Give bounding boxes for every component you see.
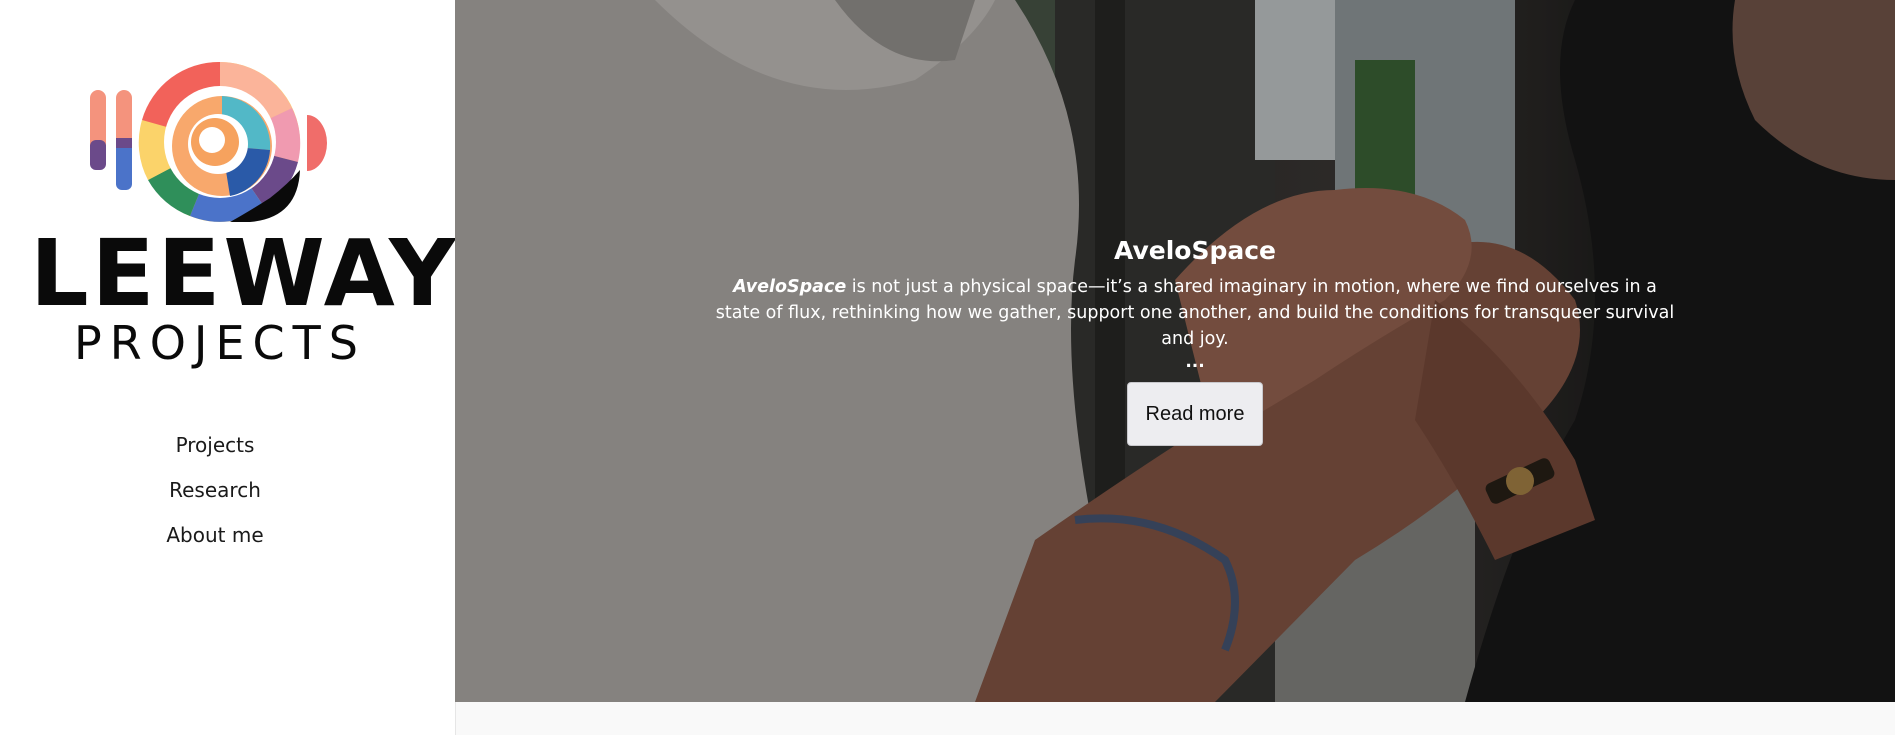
nav-item-about-me[interactable]: About me <box>166 518 263 563</box>
hero-ellipsis: ... <box>1185 352 1205 372</box>
sidebar: LEEWAY PROJECTS Projects Research About … <box>0 0 459 735</box>
content-area-below-hero <box>455 702 1895 735</box>
brand-name-sub: PROJECTS <box>74 316 366 370</box>
nav-item-research[interactable]: Research <box>169 473 261 518</box>
hero-description-text: is not just a physical space—it’s a shar… <box>715 277 1675 349</box>
hero-banner: AveloSpace AveloSpace is not just a phys… <box>455 0 1895 702</box>
brand-name-main: LEEWAY <box>30 220 459 327</box>
rainbow-spiral-logo-icon <box>90 61 327 222</box>
read-more-button[interactable]: Read more <box>1127 382 1263 446</box>
hero-title: AveloSpace <box>1114 236 1276 265</box>
hero-description: AveloSpace is not just a physical space—… <box>715 274 1675 352</box>
hero-content: AveloSpace AveloSpace is not just a phys… <box>695 232 1695 446</box>
nav-item-projects[interactable]: Projects <box>176 428 255 473</box>
app-root: LEEWAY PROJECTS Projects Research About … <box>0 0 1895 735</box>
hero-description-emphasis: AveloSpace <box>733 277 847 297</box>
main-nav: Projects Research About me <box>0 428 430 563</box>
leeway-logo[interactable]: LEEWAY PROJECTS <box>30 50 459 370</box>
